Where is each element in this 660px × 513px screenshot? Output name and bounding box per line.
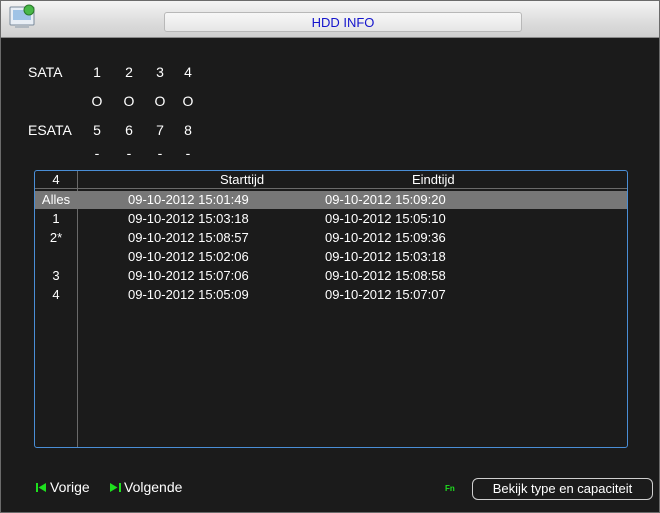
row-disk-index: 3 — [52, 268, 60, 283]
row-end-time: 09-10-2012 15:07:07 — [325, 287, 446, 302]
esata-status-5: - — [94, 145, 100, 161]
row-start-time: 09-10-2012 15:05:09 — [128, 287, 249, 302]
row-disk-index: 1 — [52, 211, 60, 226]
sata-status-1: O — [91, 93, 103, 109]
recording-period-table: 4 Starttijd Eindtijd Alles 09-10-2012 15… — [34, 170, 628, 448]
column-header-end: Eindtijd — [412, 172, 455, 187]
table-row[interactable]: 09-10-2012 15:02:06 09-10-2012 15:03:18 — [35, 248, 627, 266]
row-end-time: 09-10-2012 15:03:18 — [325, 249, 446, 264]
row-disk-index: Alles — [41, 192, 71, 207]
sata-label: SATA — [28, 64, 63, 80]
hdd-info-window: HDD INFO SATA 1 2 3 4 O O O O ESATA 5 6 … — [0, 0, 660, 513]
row-start-time: 09-10-2012 15:07:06 — [128, 268, 249, 283]
esata-port-6: 6 — [125, 122, 133, 138]
row-end-time: 09-10-2012 15:05:10 — [325, 211, 446, 226]
table-row[interactable]: 3 09-10-2012 15:07:06 09-10-2012 15:08:5… — [35, 267, 627, 285]
column-header-start: Starttijd — [220, 172, 265, 187]
row-end-time: 09-10-2012 15:09:36 — [325, 230, 446, 245]
skip-next-icon — [110, 482, 121, 492]
next-page-button[interactable]: Volgende — [110, 479, 182, 495]
row-disk-index: 4 — [52, 287, 60, 302]
column-header-disk: 4 — [52, 172, 60, 187]
sata-port-3: 3 — [156, 64, 164, 80]
skip-previous-icon — [36, 482, 46, 492]
prev-page-label: Vorige — [50, 479, 90, 495]
sata-port-2: 2 — [125, 64, 133, 80]
esata-label: ESATA — [28, 122, 72, 138]
row-start-time: 09-10-2012 15:02:06 — [128, 249, 249, 264]
sata-port-1: 1 — [93, 64, 101, 80]
title-bar: HDD INFO — [1, 1, 659, 38]
table-row[interactable]: 1 09-10-2012 15:03:18 09-10-2012 15:05:1… — [35, 210, 627, 228]
table-row-all[interactable]: Alles 09-10-2012 15:01:49 09-10-2012 15:… — [35, 191, 627, 209]
esata-port-7: 7 — [156, 122, 164, 138]
row-end-time: 09-10-2012 15:09:20 — [325, 192, 446, 207]
sata-port-4: 4 — [184, 64, 192, 80]
sata-status-2: O — [123, 93, 135, 109]
dvr-app-icon — [9, 4, 35, 28]
fn-key-icon: Fn — [445, 484, 455, 493]
row-start-time: 09-10-2012 15:01:49 — [128, 192, 249, 207]
esata-status-6: - — [126, 145, 132, 161]
window-title: HDD INFO — [164, 12, 522, 32]
table-row[interactable]: 4 09-10-2012 15:05:09 09-10-2012 15:07:0… — [35, 286, 627, 304]
row-disk-index: 2* — [49, 230, 63, 245]
next-page-label: Volgende — [124, 479, 183, 495]
table-row[interactable]: 2* 09-10-2012 15:08:57 09-10-2012 15:09:… — [35, 229, 627, 247]
header-divider — [35, 188, 627, 189]
esata-port-8: 8 — [184, 122, 192, 138]
sata-status-4: O — [182, 93, 194, 109]
row-start-time: 09-10-2012 15:03:18 — [128, 211, 249, 226]
prev-page-button[interactable]: Vorige — [36, 479, 90, 495]
row-end-time: 09-10-2012 15:08:58 — [325, 268, 446, 283]
sata-status-3: O — [154, 93, 166, 109]
row-start-time: 09-10-2012 15:08:57 — [128, 230, 249, 245]
esata-status-7: - — [157, 145, 163, 161]
esata-port-5: 5 — [93, 122, 101, 138]
esata-status-8: - — [185, 145, 191, 161]
view-type-capacity-button[interactable]: Bekijk type en capaciteit — [472, 478, 653, 500]
